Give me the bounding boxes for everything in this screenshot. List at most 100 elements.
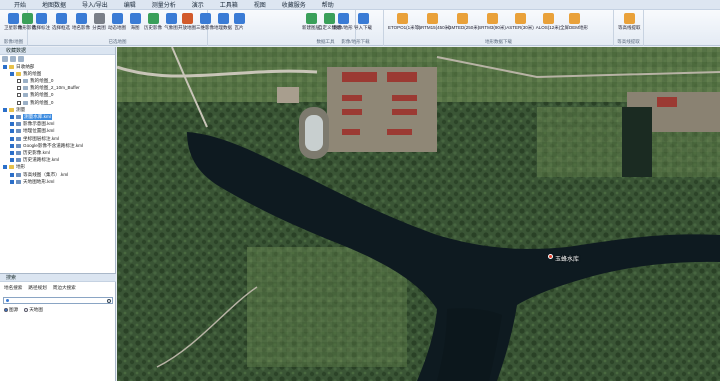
checkbox-icon[interactable] <box>10 150 14 155</box>
tree-node-label: 历史道路标注.kml <box>23 157 59 163</box>
ribbon-button-icon <box>165 13 177 24</box>
option-tianditu[interactable]: 天地图 <box>24 307 43 313</box>
tree-node[interactable]: 等高线图（集市）.kml <box>10 171 68 178</box>
menu-item-6[interactable]: 工具箱 <box>220 0 238 9</box>
tree-node-label: 我的绘图_0 <box>30 99 54 105</box>
menu-item-8[interactable]: 收藏服务 <box>282 0 306 9</box>
checkbox-icon[interactable] <box>3 165 7 170</box>
ribbon-button-19[interactable]: SRTM15(450米) <box>418 12 451 34</box>
tree-node[interactable]: 测量水库.kml <box>10 113 52 120</box>
tab-route-planning[interactable]: 路径规划 <box>28 285 46 291</box>
tab-place-search[interactable]: 地名搜索 <box>4 285 22 291</box>
ribbon-button-3[interactable]: 选择框选 <box>50 12 72 34</box>
tree-node[interactable]: 地理位置图.kml <box>10 128 54 135</box>
ribbon-button-22[interactable]: ASTER(30米) <box>506 12 534 34</box>
ribbon-group-label: 影像/地形下载 <box>341 39 370 44</box>
search-tabs: 地名搜索 路径规划 周边大搜索 <box>0 282 116 294</box>
tree-node[interactable]: 日收纳部 <box>3 63 34 70</box>
menu-bar: 开始 地图数据 导入/导出 编辑 测量分析 演示 工具箱 视图 收藏服务 帮助 <box>0 0 720 10</box>
menu-item-5[interactable]: 演示 <box>192 0 204 9</box>
tree-node[interactable]: 历史道路标注.kml <box>10 157 59 164</box>
refresh-icon[interactable] <box>18 56 24 62</box>
file-icon <box>23 86 28 91</box>
menu-item-4[interactable]: 测量分析 <box>152 0 176 9</box>
ribbon-button-24[interactable]: 全屏DEM地形 <box>560 12 588 34</box>
search-input[interactable] <box>3 297 113 304</box>
menu-item-9[interactable]: 帮助 <box>322 0 334 9</box>
tree-node[interactable]: 测量 <box>3 106 25 113</box>
file-icon <box>16 136 21 141</box>
ribbon-button-20[interactable]: GMTED(250米) <box>448 12 479 34</box>
tree-node-label: 我的绘图_0 <box>30 77 54 83</box>
checkbox-icon[interactable] <box>10 71 14 76</box>
tree-node[interactable]: 我的绘图_0 <box>17 92 54 99</box>
menu-item-0[interactable]: 开始 <box>14 0 26 9</box>
checkbox-icon[interactable] <box>17 93 21 98</box>
file-icon <box>23 100 28 105</box>
option-source[interactable]: 图源 <box>4 307 18 313</box>
tree-node-label: 地形 <box>16 164 26 170</box>
tree-node[interactable]: 地形 <box>3 164 25 171</box>
checkbox-icon[interactable] <box>3 107 7 112</box>
ribbon-button-icon <box>55 13 67 24</box>
file-icon <box>16 129 21 134</box>
map-place-label: 玉蜂水库 <box>555 257 580 263</box>
tree-node[interactable]: 坐标图层标注.kml <box>10 135 59 142</box>
menu-item-3[interactable]: 编辑 <box>124 0 136 9</box>
ribbon-button-icon <box>93 13 105 24</box>
ribbon-button-2[interactable]: 选择标注 <box>30 12 52 34</box>
tree-node[interactable]: 天地图地形.kml <box>10 178 54 185</box>
ribbon-button-label: 等高线提取 <box>618 25 641 30</box>
file-icon <box>16 172 21 177</box>
ribbon-button-icon <box>199 13 211 24</box>
checkbox-icon[interactable] <box>17 86 21 91</box>
ribbon-button-16[interactable]: 影像/地形 <box>332 12 354 34</box>
ribbon-button-label: 导入下载 <box>354 25 372 30</box>
ribbon-button-label: ETOPO1(1米等) <box>388 25 421 30</box>
ribbon-button-label: ASTER(30米) <box>506 25 534 30</box>
ribbon-button-13[interactable]: 瓦片 <box>228 12 250 34</box>
tree-node[interactable]: 我的绘图_0 <box>17 77 54 84</box>
checkbox-icon[interactable] <box>10 172 14 177</box>
search-icon[interactable] <box>107 299 111 303</box>
add-layer-icon[interactable] <box>2 56 8 62</box>
location-pin-icon <box>6 299 9 302</box>
checkbox-icon[interactable] <box>10 179 14 184</box>
checkbox-icon[interactable] <box>10 114 14 119</box>
ribbon-button-icon <box>396 13 408 24</box>
ribbon-button-label: SRTM3(90米) <box>478 25 506 30</box>
ribbon-button-icon <box>568 13 580 24</box>
tree-node-label: 我的绘图 <box>23 70 42 76</box>
tree-node[interactable]: Google影像不含道路标注.kml <box>10 142 83 149</box>
tree-node[interactable]: 我的绘图_0 <box>17 99 54 106</box>
tree-node[interactable]: 我的绘图 <box>10 70 41 77</box>
tree-node-label: 测量水库.kml <box>23 113 52 120</box>
tree-node[interactable]: 历史影像.kml <box>10 149 50 156</box>
menu-item-2[interactable]: 导入/导出 <box>82 0 108 9</box>
checkbox-icon[interactable] <box>10 122 14 127</box>
menu-item-7[interactable]: 视图 <box>254 0 266 9</box>
tree-node[interactable]: 影像示意图.kml <box>10 121 54 128</box>
ribbon-button-icon <box>456 13 468 24</box>
checkbox-icon[interactable] <box>10 136 14 141</box>
checkbox-icon[interactable] <box>10 129 14 134</box>
location-marker-icon[interactable] <box>548 254 553 259</box>
ribbon-button-17[interactable]: 导入下载 <box>352 12 374 34</box>
remove-layer-icon[interactable] <box>10 56 16 62</box>
folder-icon <box>9 64 14 69</box>
checkbox-icon[interactable] <box>10 143 14 148</box>
checkbox-icon[interactable] <box>3 64 7 69</box>
ribbon-button-23[interactable]: ALOS(12米) <box>534 12 562 34</box>
tree-node[interactable]: 我的绘图_2_10m_Buffer <box>17 85 80 92</box>
checkbox-icon[interactable] <box>10 158 14 163</box>
menu-item-1[interactable]: 地图数据 <box>42 0 66 9</box>
checkbox-icon[interactable] <box>17 78 21 83</box>
ribbon-group-label: 影像/地图 <box>3 39 24 44</box>
ribbon-button-18[interactable]: ETOPO1(1米等) <box>388 12 421 34</box>
checkbox-icon[interactable] <box>17 100 21 105</box>
ribbon-button-25[interactable]: 等高线提取 <box>618 12 641 34</box>
ribbon-button-21[interactable]: SRTM3(90米) <box>478 12 506 34</box>
ribbon-button-icon <box>542 13 554 24</box>
satellite-map-view[interactable]: 玉蜂水库 <box>117 47 720 381</box>
tab-nearby-search[interactable]: 周边大搜索 <box>53 285 76 291</box>
